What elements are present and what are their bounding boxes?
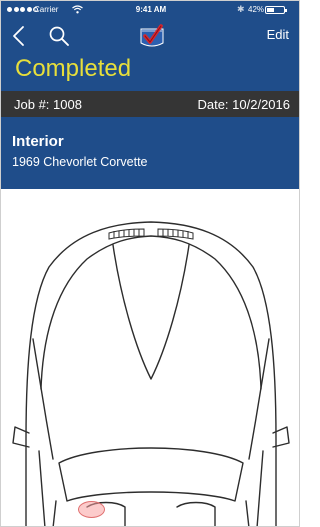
- battery-level-fill: [267, 8, 274, 12]
- header: Carrier 9:41 AM ✱ 42% Edit Completed: [1, 1, 299, 91]
- vehicle-top-view-diagram[interactable]: [1, 189, 300, 527]
- job-number: Job #: 1008: [14, 97, 82, 112]
- app-screen: Carrier 9:41 AM ✱ 42% Edit Completed Job…: [0, 0, 300, 527]
- status-bar: Carrier 9:41 AM ✱ 42%: [1, 1, 299, 21]
- damage-marker[interactable]: [78, 501, 105, 518]
- car-windshield: [58, 447, 244, 502]
- nav-bar: Edit: [1, 21, 299, 55]
- section-title: Interior: [12, 133, 64, 150]
- battery-icon: [265, 6, 287, 14]
- chevron-left-icon[interactable]: [11, 24, 27, 48]
- car-left-door-line: [38, 450, 46, 526]
- inspection-section-panel: Interior 1969 Chevorlet Corvette: [1, 117, 299, 189]
- car-hood-crease: [112, 244, 190, 380]
- car-seat-outline: [86, 501, 216, 526]
- job-date: Date: 10/2/2016: [197, 97, 290, 112]
- car-front-vents: [108, 228, 194, 240]
- car-hood-outline: [40, 235, 262, 390]
- bluetooth-icon: ✱: [237, 4, 245, 14]
- search-icon[interactable]: [48, 25, 70, 47]
- job-status-title: Completed: [15, 55, 132, 82]
- edit-button[interactable]: Edit: [267, 27, 289, 42]
- battery-percent: 42%: [248, 5, 265, 14]
- job-info-bar: Job #: 1008 Date: 10/2/2016: [1, 91, 299, 117]
- app-logo-icon: [140, 24, 164, 47]
- vehicle-name: 1969 Chevorlet Corvette: [12, 155, 148, 169]
- car-right-door-line: [256, 450, 264, 526]
